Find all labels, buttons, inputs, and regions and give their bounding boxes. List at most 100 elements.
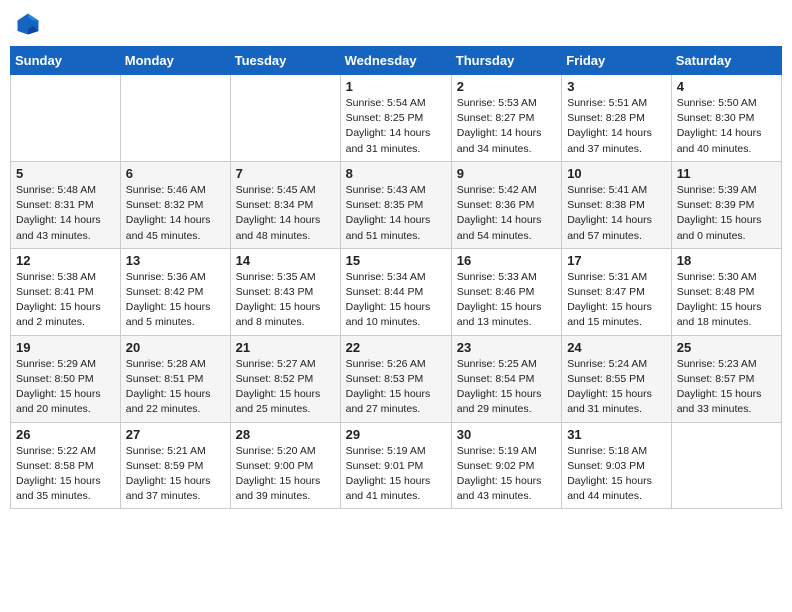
day-info: Sunrise: 5:21 AMSunset: 8:59 PMDaylight:… bbox=[126, 444, 225, 505]
calendar-cell: 15Sunrise: 5:34 AMSunset: 8:44 PMDayligh… bbox=[340, 248, 451, 335]
day-info: Sunrise: 5:41 AMSunset: 8:38 PMDaylight:… bbox=[567, 183, 666, 244]
day-info: Sunrise: 5:33 AMSunset: 8:46 PMDaylight:… bbox=[457, 270, 556, 331]
calendar-cell: 1Sunrise: 5:54 AMSunset: 8:25 PMDaylight… bbox=[340, 75, 451, 162]
calendar-cell: 8 Sunrise: 5:43 AMSunset: 8:35 PMDaylight… bbox=[340, 161, 451, 248]
day-info: Sunrise: 5:36 AMSunset: 8:42 PMDaylight:… bbox=[126, 270, 225, 331]
calendar-cell: 12 Sunrise: 5:38 AMSunset: 8:41 PMDayligh… bbox=[11, 248, 121, 335]
day-number: 2 bbox=[457, 79, 556, 94]
day-number: 6 bbox=[126, 166, 225, 181]
page-header bbox=[10, 10, 782, 38]
calendar-header-sunday: Sunday bbox=[11, 47, 121, 75]
logo bbox=[14, 10, 46, 38]
day-number: 3 bbox=[567, 79, 666, 94]
calendar-cell: 18 Sunrise: 5:30 AMSunset: 8:48 PMDayligh… bbox=[671, 248, 781, 335]
day-info: Sunrise: 5:53 AMSunset: 8:27 PMDaylight:… bbox=[457, 96, 556, 157]
day-number: 31 bbox=[567, 427, 666, 442]
calendar-cell: 23 Sunrise: 5:25 AMSunset: 8:54 PMDayligh… bbox=[451, 335, 561, 422]
calendar-cell: 25Sunrise: 5:23 AMSunset: 8:57 PMDayligh… bbox=[671, 335, 781, 422]
day-info: Sunrise: 5:19 AMSunset: 9:01 PMDaylight:… bbox=[346, 444, 446, 505]
day-number: 24 bbox=[567, 340, 666, 355]
calendar-week-row: 26 Sunrise: 5:22 AMSunset: 8:58 PMDayligh… bbox=[11, 422, 782, 509]
calendar-week-row: 5 Sunrise: 5:48 AMSunset: 8:31 PMDaylight… bbox=[11, 161, 782, 248]
day-info: Sunrise: 5:25 AMSunset: 8:54 PMDaylight:… bbox=[457, 357, 556, 418]
calendar-cell: 21 Sunrise: 5:27 AMSunset: 8:52 PMDayligh… bbox=[230, 335, 340, 422]
calendar-cell: 27 Sunrise: 5:21 AMSunset: 8:59 PMDayligh… bbox=[120, 422, 230, 509]
calendar-cell: 9 Sunrise: 5:42 AMSunset: 8:36 PMDaylight… bbox=[451, 161, 561, 248]
day-number: 14 bbox=[236, 253, 335, 268]
day-info: Sunrise: 5:23 AMSunset: 8:57 PMDaylight:… bbox=[677, 357, 776, 418]
calendar-cell: 4 Sunrise: 5:50 AMSunset: 8:30 PMDaylight… bbox=[671, 75, 781, 162]
calendar-cell: 26 Sunrise: 5:22 AMSunset: 8:58 PMDayligh… bbox=[11, 422, 121, 509]
day-info: Sunrise: 5:30 AMSunset: 8:48 PMDaylight:… bbox=[677, 270, 776, 331]
calendar-cell: 5 Sunrise: 5:48 AMSunset: 8:31 PMDaylight… bbox=[11, 161, 121, 248]
day-number: 5 bbox=[16, 166, 115, 181]
day-number: 9 bbox=[457, 166, 556, 181]
day-info: Sunrise: 5:27 AMSunset: 8:52 PMDaylight:… bbox=[236, 357, 335, 418]
day-number: 7 bbox=[236, 166, 335, 181]
calendar-cell: 24 Sunrise: 5:24 AMSunset: 8:55 PMDayligh… bbox=[562, 335, 672, 422]
calendar-table: SundayMondayTuesdayWednesdayThursdayFrid… bbox=[10, 46, 782, 509]
day-number: 26 bbox=[16, 427, 115, 442]
calendar-header-monday: Monday bbox=[120, 47, 230, 75]
day-number: 29 bbox=[346, 427, 446, 442]
day-info: Sunrise: 5:51 AMSunset: 8:28 PMDaylight:… bbox=[567, 96, 666, 157]
day-number: 18 bbox=[677, 253, 776, 268]
calendar-cell: 31 Sunrise: 5:18 AMSunset: 9:03 PMDayligh… bbox=[562, 422, 672, 509]
calendar-cell: 6 Sunrise: 5:46 AMSunset: 8:32 PMDaylight… bbox=[120, 161, 230, 248]
calendar-cell: 3 Sunrise: 5:51 AMSunset: 8:28 PMDaylight… bbox=[562, 75, 672, 162]
day-info: Sunrise: 5:42 AMSunset: 8:36 PMDaylight:… bbox=[457, 183, 556, 244]
day-number: 20 bbox=[126, 340, 225, 355]
calendar-cell: 13 Sunrise: 5:36 AMSunset: 8:42 PMDayligh… bbox=[120, 248, 230, 335]
day-number: 4 bbox=[677, 79, 776, 94]
calendar-header-friday: Friday bbox=[562, 47, 672, 75]
logo-icon bbox=[14, 10, 42, 38]
calendar-header-row: SundayMondayTuesdayWednesdayThursdayFrid… bbox=[11, 47, 782, 75]
day-info: Sunrise: 5:29 AMSunset: 8:50 PMDaylight:… bbox=[16, 357, 115, 418]
day-info: Sunrise: 5:39 AMSunset: 8:39 PMDaylight:… bbox=[677, 183, 776, 244]
day-number: 22 bbox=[346, 340, 446, 355]
calendar-cell bbox=[671, 422, 781, 509]
day-info: Sunrise: 5:22 AMSunset: 8:58 PMDaylight:… bbox=[16, 444, 115, 505]
day-number: 19 bbox=[16, 340, 115, 355]
day-info: Sunrise: 5:26 AMSunset: 8:53 PMDaylight:… bbox=[346, 357, 446, 418]
calendar-cell: 11 Sunrise: 5:39 AMSunset: 8:39 PMDayligh… bbox=[671, 161, 781, 248]
day-info: Sunrise: 5:18 AMSunset: 9:03 PMDaylight:… bbox=[567, 444, 666, 505]
day-number: 13 bbox=[126, 253, 225, 268]
day-number: 27 bbox=[126, 427, 225, 442]
calendar-week-row: 1Sunrise: 5:54 AMSunset: 8:25 PMDaylight… bbox=[11, 75, 782, 162]
calendar-cell: 28 Sunrise: 5:20 AMSunset: 9:00 PMDayligh… bbox=[230, 422, 340, 509]
calendar-cell: 10 Sunrise: 5:41 AMSunset: 8:38 PMDayligh… bbox=[562, 161, 672, 248]
calendar-week-row: 19 Sunrise: 5:29 AMSunset: 8:50 PMDayligh… bbox=[11, 335, 782, 422]
day-info: Sunrise: 5:46 AMSunset: 8:32 PMDaylight:… bbox=[126, 183, 225, 244]
calendar-header-wednesday: Wednesday bbox=[340, 47, 451, 75]
day-number: 12 bbox=[16, 253, 115, 268]
day-number: 21 bbox=[236, 340, 335, 355]
day-info: Sunrise: 5:48 AMSunset: 8:31 PMDaylight:… bbox=[16, 183, 115, 244]
calendar-cell: 16Sunrise: 5:33 AMSunset: 8:46 PMDayligh… bbox=[451, 248, 561, 335]
day-number: 1 bbox=[346, 79, 446, 94]
calendar-cell: 7Sunrise: 5:45 AMSunset: 8:34 PMDaylight… bbox=[230, 161, 340, 248]
day-info: Sunrise: 5:28 AMSunset: 8:51 PMDaylight:… bbox=[126, 357, 225, 418]
day-info: Sunrise: 5:35 AMSunset: 8:43 PMDaylight:… bbox=[236, 270, 335, 331]
day-number: 10 bbox=[567, 166, 666, 181]
day-info: Sunrise: 5:24 AMSunset: 8:55 PMDaylight:… bbox=[567, 357, 666, 418]
day-number: 23 bbox=[457, 340, 556, 355]
calendar-cell bbox=[230, 75, 340, 162]
day-info: Sunrise: 5:31 AMSunset: 8:47 PMDaylight:… bbox=[567, 270, 666, 331]
day-info: Sunrise: 5:43 AMSunset: 8:35 PMDaylight:… bbox=[346, 183, 446, 244]
calendar-header-thursday: Thursday bbox=[451, 47, 561, 75]
calendar-week-row: 12 Sunrise: 5:38 AMSunset: 8:41 PMDayligh… bbox=[11, 248, 782, 335]
day-info: Sunrise: 5:38 AMSunset: 8:41 PMDaylight:… bbox=[16, 270, 115, 331]
day-number: 11 bbox=[677, 166, 776, 181]
day-number: 17 bbox=[567, 253, 666, 268]
day-info: Sunrise: 5:50 AMSunset: 8:30 PMDaylight:… bbox=[677, 96, 776, 157]
calendar-cell: 2 Sunrise: 5:53 AMSunset: 8:27 PMDaylight… bbox=[451, 75, 561, 162]
day-number: 15 bbox=[346, 253, 446, 268]
calendar-cell bbox=[11, 75, 121, 162]
calendar-cell: 17 Sunrise: 5:31 AMSunset: 8:47 PMDayligh… bbox=[562, 248, 672, 335]
calendar-cell: 14 Sunrise: 5:35 AMSunset: 8:43 PMDayligh… bbox=[230, 248, 340, 335]
day-number: 8 bbox=[346, 166, 446, 181]
day-number: 28 bbox=[236, 427, 335, 442]
day-info: Sunrise: 5:20 AMSunset: 9:00 PMDaylight:… bbox=[236, 444, 335, 505]
calendar-cell: 30Sunrise: 5:19 AMSunset: 9:02 PMDayligh… bbox=[451, 422, 561, 509]
